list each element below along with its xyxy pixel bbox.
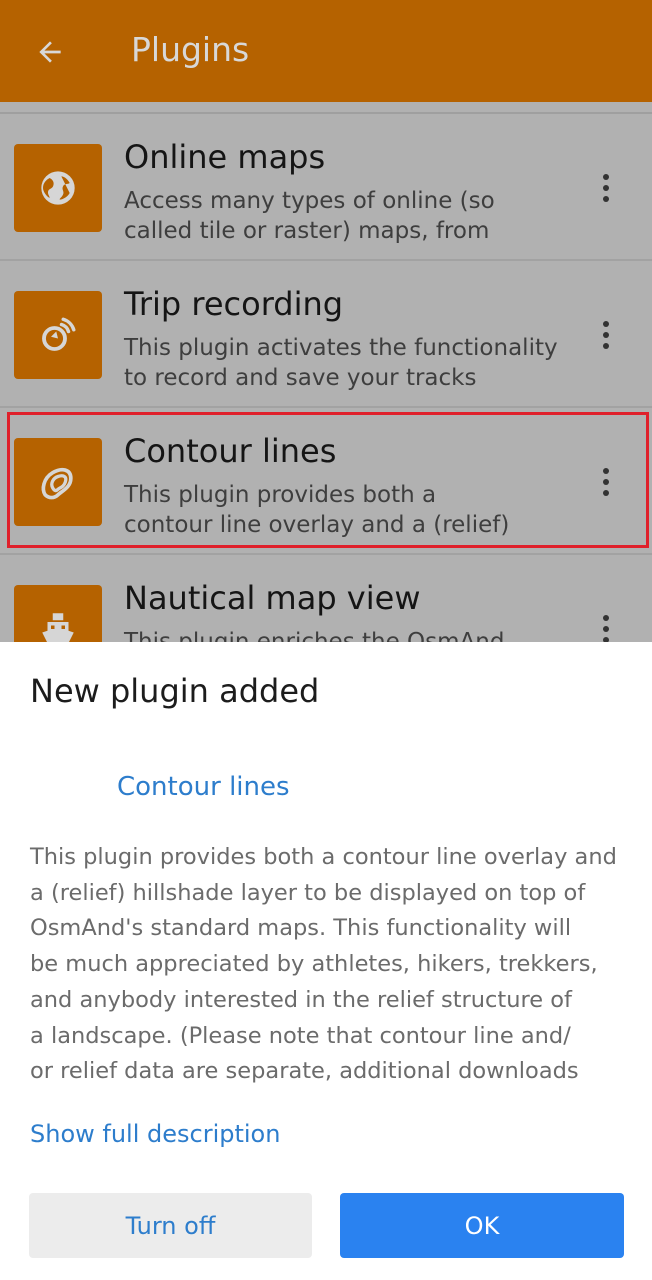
more-vert-icon bbox=[603, 174, 609, 180]
plugin-description-line: Access many types of online (so bbox=[124, 188, 495, 214]
plugin-name: Nautical map view bbox=[124, 579, 421, 617]
more-vert-icon bbox=[603, 321, 609, 327]
plugin-description: This plugin enriches the OsmAnd bbox=[124, 627, 574, 642]
plugin-row-nautical-map-view[interactable]: Nautical map view This plugin enriches t… bbox=[0, 555, 652, 642]
plugin-name: Trip recording bbox=[124, 285, 344, 323]
plugin-description: This plugin activates the functionality … bbox=[124, 333, 574, 393]
plugin-description-line: This plugin enriches the OsmAnd bbox=[124, 629, 505, 642]
plugin-icon-tile bbox=[14, 144, 102, 232]
arrow-back-icon bbox=[39, 41, 61, 63]
trip-recording-icon bbox=[42, 317, 76, 351]
description-line: a (relief) hillshade layer to be display… bbox=[30, 879, 586, 906]
globe-icon bbox=[41, 171, 75, 205]
plugin-icon-tile bbox=[14, 291, 102, 379]
description-line: or relief data are separate, additional … bbox=[30, 1058, 579, 1085]
more-options-button[interactable] bbox=[588, 609, 624, 642]
description-line: be much appreciated by athletes, hikers,… bbox=[30, 951, 598, 978]
description-line: OsmAnd's standard maps. This functionali… bbox=[30, 915, 572, 942]
app-bar: Plugins bbox=[0, 0, 652, 102]
more-options-button[interactable] bbox=[588, 315, 624, 355]
new-plugin-bottom-sheet: New plugin added Contour lines This plug… bbox=[0, 642, 652, 1280]
plugin-description-line: This plugin activates the functionality bbox=[124, 335, 558, 361]
more-vert-icon bbox=[603, 615, 609, 621]
description-line: and anybody interested in the relief str… bbox=[30, 986, 572, 1013]
description-line: This plugin provides both a contour line… bbox=[30, 844, 617, 870]
plugin-row-online-maps[interactable]: Online maps Access many types of online … bbox=[0, 114, 652, 261]
show-full-description-link[interactable]: Show full description bbox=[30, 1120, 280, 1148]
plugin-name: Online maps bbox=[124, 138, 326, 176]
page-title: Plugins bbox=[131, 30, 250, 69]
plugin-description-line: to record and save your tracks bbox=[124, 365, 477, 391]
plugin-list: Online maps Access many types of online … bbox=[0, 102, 652, 642]
ok-button[interactable]: OK bbox=[340, 1193, 624, 1258]
plugin-row-trip-recording[interactable]: Trip recording This plugin activates the… bbox=[0, 261, 652, 408]
plugin-description-line: called tile or raster) maps, from bbox=[124, 218, 490, 244]
ship-icon bbox=[42, 613, 74, 642]
plugin-full-description: This plugin provides both a contour line… bbox=[30, 840, 630, 1090]
sheet-plugin-name: Contour lines bbox=[117, 772, 290, 802]
highlight-box bbox=[7, 412, 649, 548]
more-options-button[interactable] bbox=[588, 168, 624, 208]
sheet-title: New plugin added bbox=[30, 672, 320, 710]
back-button[interactable] bbox=[22, 28, 78, 76]
plugin-icon-tile bbox=[14, 585, 102, 642]
plugin-description: Access many types of online (so called t… bbox=[124, 186, 574, 246]
description-line: a landscape. (Please note that contour l… bbox=[30, 1022, 571, 1049]
turn-off-button[interactable]: Turn off bbox=[29, 1193, 312, 1258]
